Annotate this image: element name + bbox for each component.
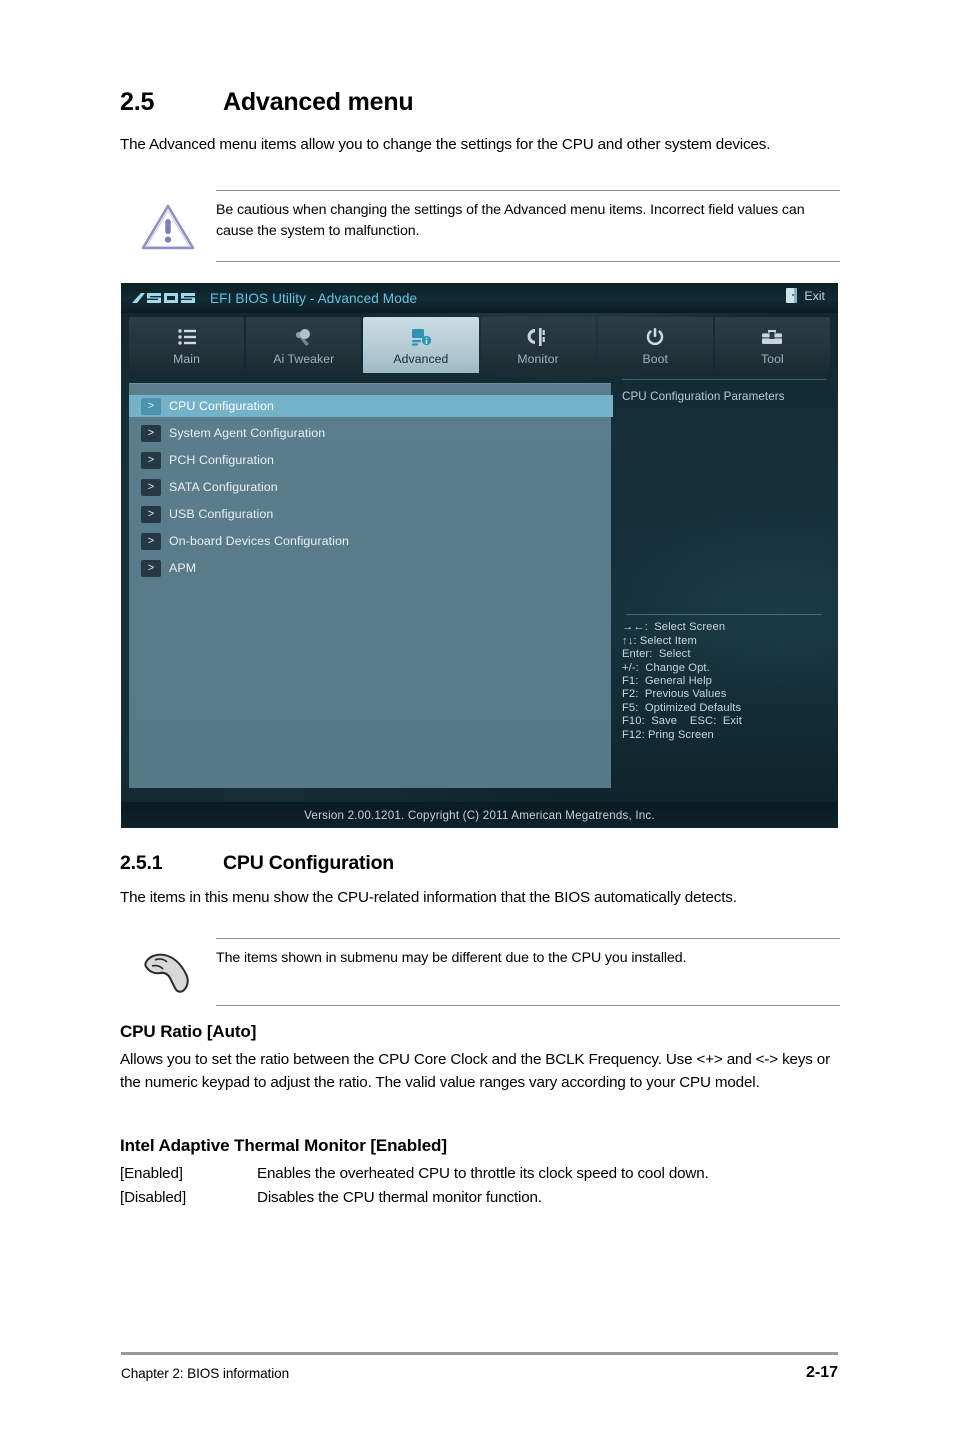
menu-item-pch-configuration[interactable]: > PCH Configuration xyxy=(129,449,611,471)
definition-key: [Enabled] xyxy=(120,1165,183,1182)
key-legend-line: F10: Save ESC: Exit xyxy=(622,715,742,728)
key-legend-line: Enter: Select xyxy=(622,648,691,661)
footer-chapter: Chapter 2: BIOS information xyxy=(121,1366,290,1381)
chevron-right-icon: > xyxy=(141,505,161,523)
menu-item-label: USB Configuration xyxy=(169,507,274,521)
exit-door-icon xyxy=(786,288,798,303)
subsection-title: 2.5.1 CPU Configuration xyxy=(120,852,840,875)
option-title: CPU Ratio [Auto] xyxy=(120,1022,257,1041)
subsection-number: 2.5.1 xyxy=(120,852,163,874)
menu-item-cpu-configuration[interactable]: > CPU Configuration xyxy=(129,395,613,417)
help-text: CPU Configuration Parameters xyxy=(622,390,785,403)
bios-help-panel: CPU Configuration Parameters →←: Select … xyxy=(618,373,830,800)
bios-titlebar: EFI BIOS Utility - Advanced Mode Exit xyxy=(121,283,838,313)
definition-value: Disables the CPU thermal monitor functio… xyxy=(257,1189,542,1206)
info-text: The items shown in submenu may be differ… xyxy=(216,950,687,966)
menu-item-onboard-devices-configuration[interactable]: > On-board Devices Configuration xyxy=(129,530,611,552)
callout-bottom-rule xyxy=(216,1005,840,1006)
help-divider xyxy=(622,379,826,380)
option-cpu-ratio: CPU Ratio [Auto] Allows you to set the r… xyxy=(120,1022,840,1094)
tab-tool-label: Tool xyxy=(761,351,784,366)
footer-page-number: 2-17 xyxy=(805,1364,838,1381)
section-title: Advanced menu xyxy=(223,88,414,116)
bios-menu-list: > CPU Configuration > System Agent Confi… xyxy=(129,383,613,788)
chevron-right-icon: > xyxy=(141,478,161,496)
info-callout: The items shown in submenu may be differ… xyxy=(120,938,840,1006)
definition-value: Enables the overheated CPU to throttle i… xyxy=(257,1165,709,1182)
chip-icon xyxy=(410,325,432,349)
warning-triangle-icon xyxy=(120,200,216,252)
warning-text: Be cautious when changing the settings o… xyxy=(216,202,805,239)
asus-logo-icon xyxy=(130,290,202,306)
key-legend-line: F1: General Help xyxy=(622,674,712,687)
chevron-right-icon: > xyxy=(141,451,161,469)
tab-monitor-label: Monitor xyxy=(517,351,559,366)
definition-key: [Disabled] xyxy=(120,1189,187,1206)
subsection-name: CPU Configuration xyxy=(223,852,394,874)
list-icon xyxy=(177,325,197,349)
menu-item-label: PCH Configuration xyxy=(169,453,275,467)
chevron-right-icon: > xyxy=(141,532,161,550)
tuner-icon xyxy=(293,325,315,349)
bios-version-text: Version 2.00.1201. Copyright (C) 2011 Am… xyxy=(304,808,655,822)
menu-item-label: System Agent Configuration xyxy=(169,426,326,440)
key-legend-line: F5: Optimized Defaults xyxy=(622,701,742,714)
menu-item-apm[interactable]: > APM xyxy=(129,557,611,579)
tab-tool[interactable]: Tool xyxy=(714,317,831,373)
menu-item-system-agent-configuration[interactable]: > System Agent Configuration xyxy=(129,422,611,444)
toolbox-icon xyxy=(761,325,783,349)
bios-screenshot: EFI BIOS Utility - Advanced Mode Exit Ma… xyxy=(121,283,838,828)
tab-ai-tweaker-label: Ai Tweaker xyxy=(273,351,335,366)
key-legend-line: →←: Select Screen xyxy=(622,621,726,634)
menu-item-sata-configuration[interactable]: > SATA Configuration xyxy=(129,476,611,498)
footer-divider xyxy=(121,1352,838,1355)
menu-item-label: APM xyxy=(169,561,197,575)
tab-advanced-label: Advanced xyxy=(393,351,449,366)
tab-boot-label: Boot xyxy=(642,351,669,366)
key-legend-line: +/-: Change Opt. xyxy=(622,661,710,674)
exit-label: Exit xyxy=(804,288,825,303)
pointing-hand-icon xyxy=(120,948,216,996)
section-number: 2.5 xyxy=(120,88,155,116)
option-intel-adaptive-thermal-monitor: Intel Adaptive Thermal Monitor [Enabled]… xyxy=(120,1136,840,1210)
section-intro: The Advanced menu items allow you to cha… xyxy=(120,136,771,153)
tab-advanced[interactable]: Advanced xyxy=(363,317,479,373)
callout-bottom-rule xyxy=(216,261,840,262)
menu-item-label: CPU Configuration xyxy=(169,399,275,413)
exit-button[interactable]: Exit xyxy=(786,288,825,303)
bios-tab-bar: Main Ai Tweaker Advanced Monitor Boot To… xyxy=(129,317,831,373)
menu-item-label: SATA Configuration xyxy=(169,480,278,494)
page-title: 2.5 Advanced menu xyxy=(120,88,840,117)
option-description: Allows you to set the ratio between the … xyxy=(120,1051,830,1091)
option-title: Intel Adaptive Thermal Monitor [Enabled] xyxy=(120,1136,447,1155)
key-legend-line: F2: Previous Values xyxy=(622,688,727,701)
definition-row: [Enabled] Enables the overheated CPU to … xyxy=(120,1162,840,1186)
warning-callout: Be cautious when changing the settings o… xyxy=(120,190,840,262)
definition-row: [Disabled] Disables the CPU thermal moni… xyxy=(120,1186,840,1210)
menu-item-label: On-board Devices Configuration xyxy=(169,534,350,548)
tab-ai-tweaker[interactable]: Ai Tweaker xyxy=(246,317,362,373)
monitor-icon xyxy=(527,325,549,349)
key-legend-line: ↑↓: Select Item xyxy=(622,634,697,647)
page: 2.5 Advanced menu The Advanced menu items… xyxy=(0,0,954,1438)
tab-monitor[interactable]: Monitor xyxy=(480,317,596,373)
chevron-right-icon: > xyxy=(141,559,161,577)
bios-content-area: > CPU Configuration > System Agent Confi… xyxy=(129,373,830,800)
key-legend: →←: Select Screen ↑↓: Select Item Enter:… xyxy=(622,608,826,742)
power-icon xyxy=(645,325,665,349)
tab-main-label: Main xyxy=(173,351,200,366)
chevron-right-icon: > xyxy=(141,397,161,415)
bios-title: EFI BIOS Utility - Advanced Mode xyxy=(210,290,418,306)
chevron-right-icon: > xyxy=(141,424,161,442)
menu-item-usb-configuration[interactable]: > USB Configuration xyxy=(129,503,611,525)
tab-main[interactable]: Main xyxy=(129,317,245,373)
bios-version-footer: Version 2.00.1201. Copyright (C) 2011 Am… xyxy=(121,802,838,828)
tab-boot[interactable]: Boot xyxy=(597,317,713,373)
key-legend-line: F12: Pring Screen xyxy=(622,728,714,741)
subsection-intro: The items in this menu show the CPU-rela… xyxy=(120,889,737,906)
